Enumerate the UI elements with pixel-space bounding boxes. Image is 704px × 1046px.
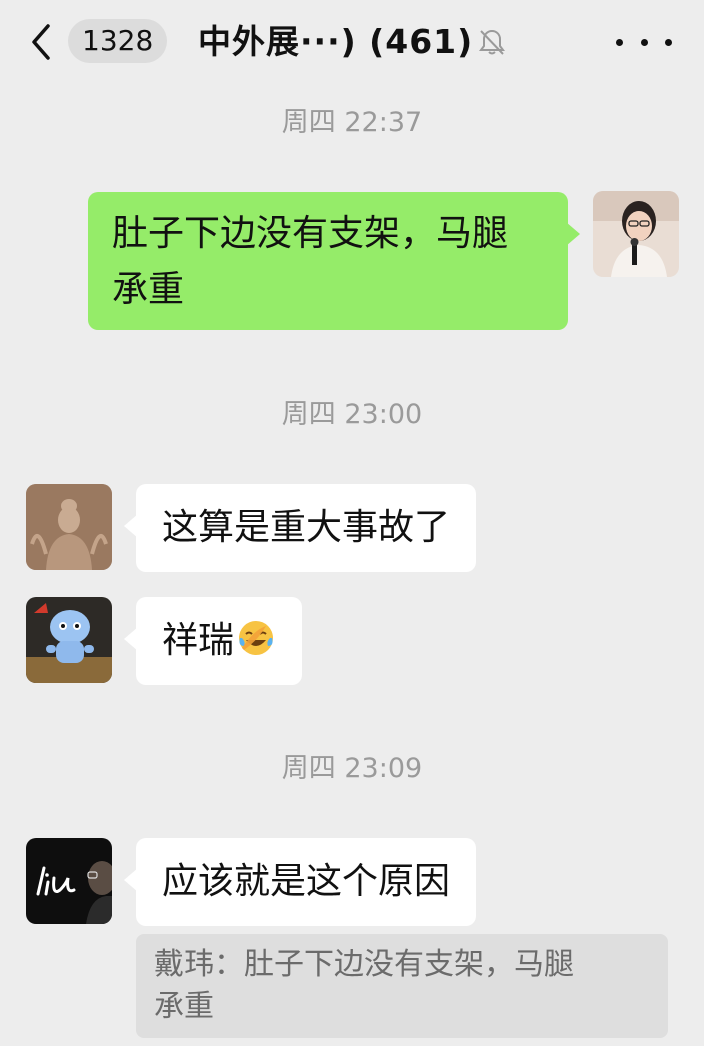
chevron-left-icon [32, 24, 50, 60]
quoted-text-line: 承重 [154, 989, 214, 1024]
back-button[interactable] [28, 22, 68, 62]
sender-avatar-liu[interactable] [26, 838, 112, 924]
face-with-tears-of-joy-icon [239, 621, 274, 655]
sender-avatar-statue[interactable] [26, 484, 112, 570]
more-options-button[interactable] [616, 22, 672, 62]
sent-message-bubble[interactable]: 肚子下边没有支架，马腿 承重 [88, 192, 580, 330]
chat-title[interactable]: 中外展···) (461) [198, 18, 473, 66]
more-dots-icon [616, 38, 623, 46]
received-message-bubble[interactable]: 应该就是这个原因 [124, 838, 477, 926]
message-timestamp: 周四 23:09 [281, 753, 423, 784]
quoted-message[interactable]: 戴玮：肚子下边没有支架，马腿 承重 [136, 934, 668, 1038]
message-text: 这算是重大事故了 [162, 507, 451, 548]
message-timestamp: 周四 23:00 [281, 399, 423, 430]
received-message-bubble[interactable]: 这算是重大事故了 [124, 484, 477, 572]
received-message-bubble[interactable]: 祥瑞 [124, 597, 303, 685]
unread-count-badge[interactable]: 1328 [68, 19, 168, 63]
message-text: 祥瑞 [162, 620, 235, 661]
quoted-text-line: 戴玮：肚子下边没有支架，马腿 [154, 947, 574, 982]
chat-header: 1328 中外展···) (461) [0, 0, 704, 88]
sender-avatar-toy[interactable] [26, 597, 112, 683]
message-text: 应该就是这个原因 [162, 861, 451, 902]
message-timestamp: 周四 22:37 [281, 107, 423, 138]
message-text-line: 肚子下边没有支架，马腿 [112, 213, 509, 254]
self-avatar[interactable] [593, 191, 679, 277]
message-text-line: 承重 [112, 269, 185, 310]
bell-slash-icon [479, 29, 505, 55]
